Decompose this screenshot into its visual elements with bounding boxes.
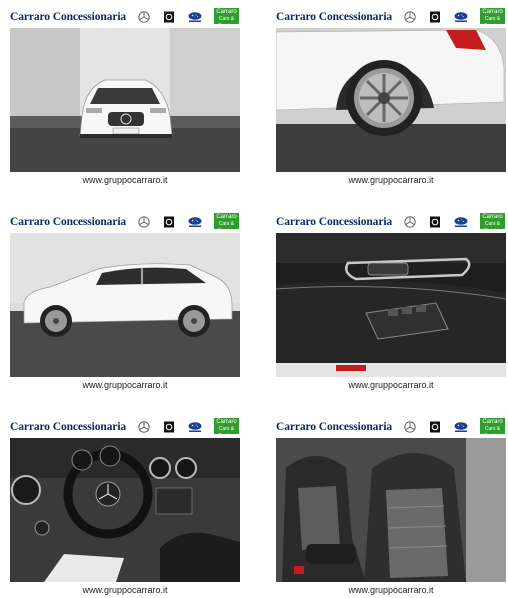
subaru-logo-icon (188, 422, 202, 432)
badge-line-1: Carraro (482, 419, 503, 425)
carraro-badge-icon: Carraro Cars & Service (214, 8, 239, 29)
door-panel-photo[interactable] (276, 233, 506, 377)
card-header: Carraro Concessionaria Carraro Cars & Ser… (10, 213, 242, 234)
website-caption[interactable]: www.gruppocarraro.it (10, 380, 240, 390)
listing-card[interactable]: Carraro Concessionaria Carraro Cars & Ser… (10, 8, 242, 188)
dealer-name: Carraro Concessionaria (276, 421, 393, 433)
website-caption[interactable]: www.gruppocarraro.it (10, 585, 240, 595)
website-caption[interactable]: www.gruppocarraro.it (10, 175, 240, 185)
rear-wheel-photo[interactable] (276, 28, 506, 172)
card-header: Carraro Concessionaria Carraro Cars & Ser… (276, 8, 508, 29)
carraro-badge-icon: Carraro Cars & Service (214, 418, 239, 439)
listing-card[interactable]: Carraro Concessionaria Carraro Cars & Ser… (10, 418, 242, 598)
dealer-logo-icon (430, 421, 440, 433)
badge-line-1: Carraro (482, 214, 503, 220)
car-front-photo[interactable] (10, 28, 240, 172)
website-caption[interactable]: www.gruppocarraro.it (276, 380, 506, 390)
listing-card[interactable]: Carraro Concessionaria Carraro Cars & Ser… (276, 8, 508, 188)
dealer-name: Carraro Concessionaria (10, 421, 127, 433)
dealer-logo-icon (430, 11, 440, 23)
card-header: Carraro Concessionaria Carraro Cars & Ser… (10, 418, 242, 439)
car-side-photo[interactable] (10, 233, 240, 377)
mercedes-star-icon (404, 216, 416, 228)
dealer-name: Carraro Concessionaria (276, 216, 393, 228)
dealer-name: Carraro Concessionaria (10, 216, 127, 228)
website-caption[interactable]: www.gruppocarraro.it (276, 175, 506, 185)
badge-line-1: Carraro (482, 9, 503, 15)
dealer-name: Carraro Concessionaria (10, 11, 127, 23)
subaru-logo-icon (454, 422, 468, 432)
badge-line-1: Carraro (216, 214, 237, 220)
dealer-logo-icon (164, 421, 174, 433)
dealer-logo-icon (164, 216, 174, 228)
card-header: Carraro Concessionaria Carraro Cars & Ser… (276, 213, 508, 234)
carraro-badge-icon: Carraro Cars & Service (480, 8, 505, 29)
dealer-name: Carraro Concessionaria (276, 11, 393, 23)
website-caption[interactable]: www.gruppocarraro.it (276, 585, 506, 595)
listing-card[interactable]: Carraro Concessionaria Carraro Cars & Ser… (276, 418, 508, 598)
carraro-badge-icon: Carraro Cars & Service (480, 213, 505, 234)
mercedes-star-icon (138, 11, 150, 23)
dealer-logo-icon (430, 216, 440, 228)
subaru-logo-icon (188, 12, 202, 22)
listing-card[interactable]: Carraro Concessionaria Carraro Cars & Ser… (10, 213, 242, 393)
mercedes-star-icon (404, 421, 416, 433)
listing-card[interactable]: Carraro Concessionaria Carraro Cars & Ser… (276, 213, 508, 393)
card-header: Carraro Concessionaria Carraro Cars & Ser… (10, 8, 242, 29)
badge-line-1: Carraro (216, 9, 237, 15)
mercedes-star-icon (138, 421, 150, 433)
subaru-logo-icon (454, 12, 468, 22)
subaru-logo-icon (188, 217, 202, 227)
carraro-badge-icon: Carraro Cars & Service (480, 418, 505, 439)
carraro-badge-icon: Carraro Cars & Service (214, 213, 239, 234)
mercedes-star-icon (138, 216, 150, 228)
badge-line-1: Carraro (216, 419, 237, 425)
dealer-logo-icon (164, 11, 174, 23)
mercedes-star-icon (404, 11, 416, 23)
dashboard-photo[interactable] (10, 438, 240, 582)
subaru-logo-icon (454, 217, 468, 227)
card-header: Carraro Concessionaria Carraro Cars & Ser… (276, 418, 508, 439)
seats-photo[interactable] (276, 438, 506, 582)
